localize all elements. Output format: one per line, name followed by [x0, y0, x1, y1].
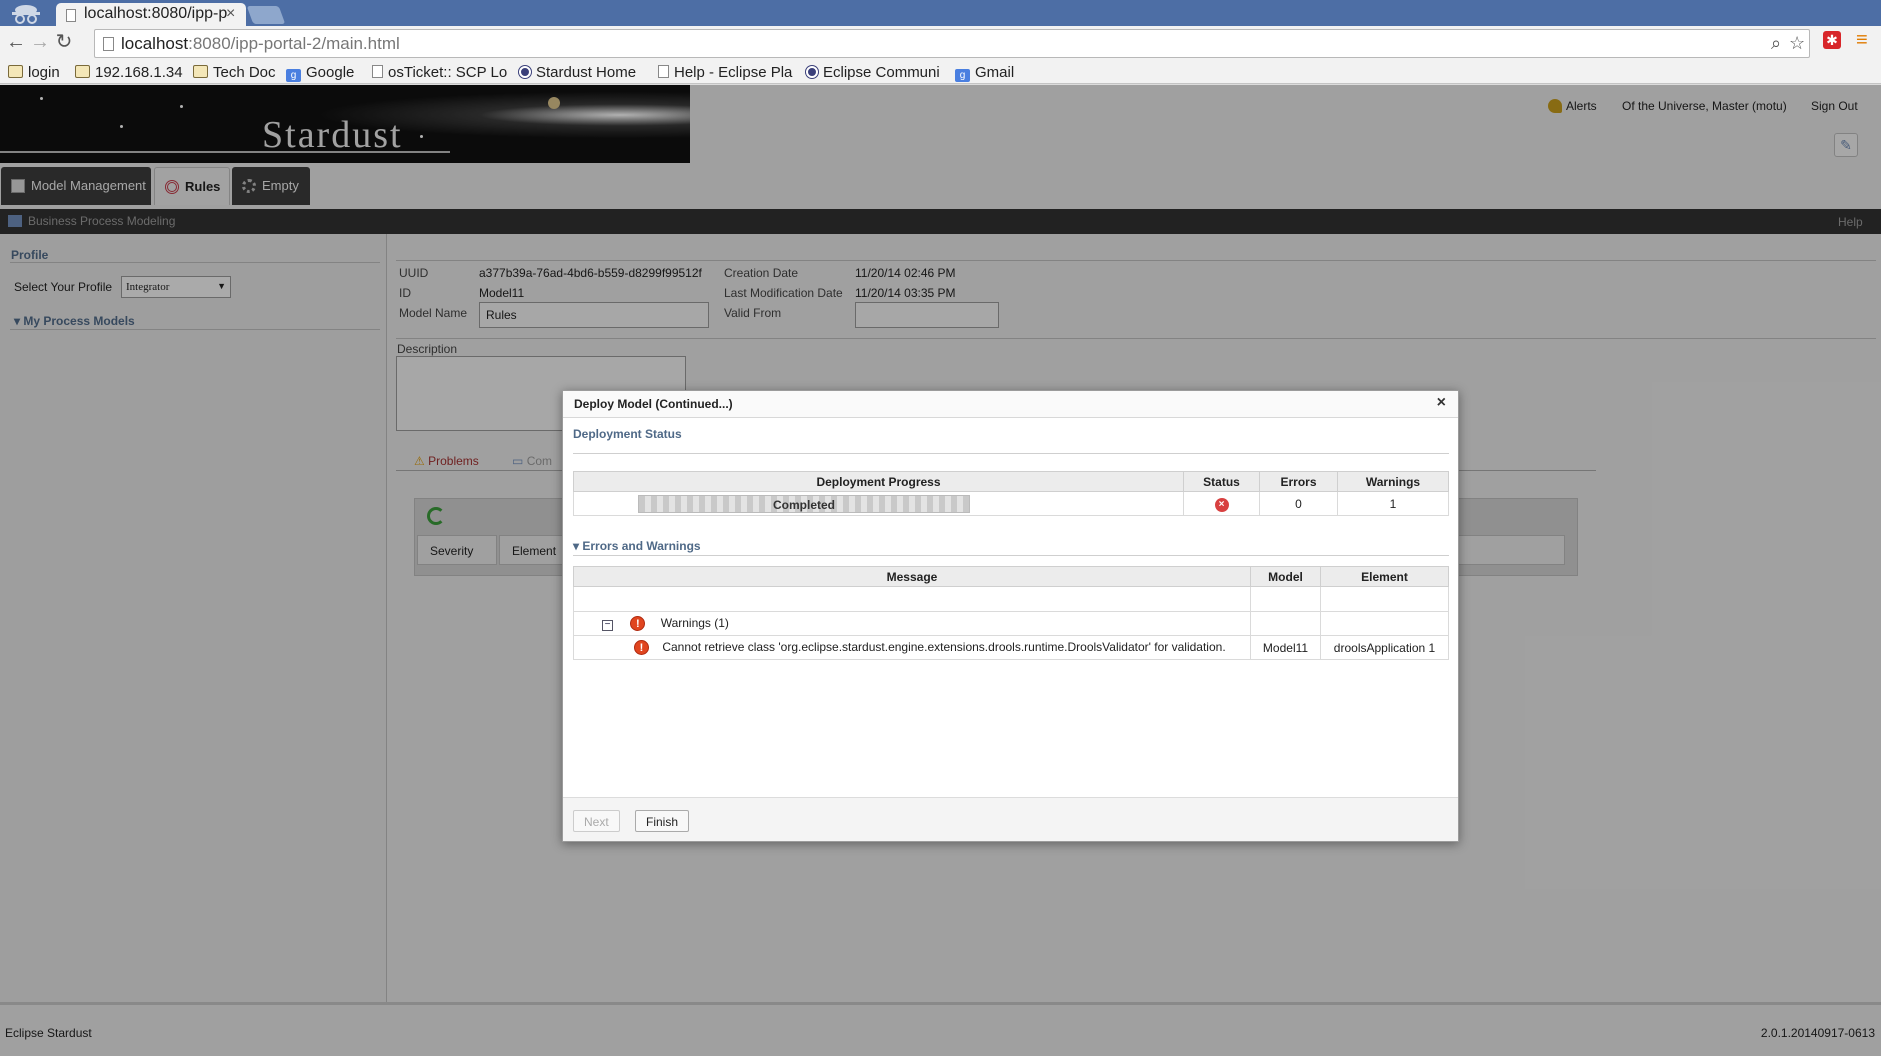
message-text: Cannot retrieve class 'org.eclipse.stard…	[662, 640, 1226, 654]
bookmark-label: Tech Doc	[213, 64, 276, 81]
column-header: Element	[1320, 566, 1449, 587]
table-row: Completed × 0 1	[573, 491, 1449, 516]
eclipse-icon	[806, 66, 818, 78]
bookmark-item[interactable]: Tech Doc	[193, 64, 276, 81]
folder-icon	[193, 65, 208, 78]
bookmark-item[interactable]: Stardust Home	[519, 64, 636, 81]
bookmark-label: osTicket:: SCP Lo	[388, 64, 508, 81]
address-bar[interactable]: localhost:8080/ipp-portal-2/main.html ⌕ …	[94, 29, 1810, 58]
column-header: Deployment Progress	[573, 471, 1184, 492]
tab-close-icon[interactable]: ×	[226, 5, 235, 23]
column-header: Status	[1183, 471, 1260, 492]
google-icon: g	[955, 69, 970, 82]
url-host: localhost	[121, 34, 189, 53]
dialog-footer: Next Finish	[563, 797, 1458, 841]
message-row[interactable]: ! Cannot retrieve class 'org.eclipse.sta…	[573, 635, 1449, 660]
divider	[573, 555, 1449, 556]
column-header: Errors	[1259, 471, 1338, 492]
column-header: Warnings	[1337, 471, 1449, 492]
progress-label: Completed	[772, 497, 835, 512]
reload-icon[interactable]: ↻	[52, 30, 76, 54]
group-cell: − ! Warnings (1)	[573, 611, 1251, 636]
table-row	[573, 586, 1449, 612]
bookmark-label: Stardust Home	[536, 64, 637, 81]
status-cell: ×	[1183, 491, 1260, 516]
browser-tab-title: localhost:8080/ipp-p	[84, 5, 228, 22]
warning-icon: !	[634, 640, 649, 655]
bookmark-label: 192.168.1.34	[95, 64, 183, 81]
bookmark-label: login	[28, 64, 60, 81]
message-element: droolsApplication 1	[1320, 635, 1449, 660]
new-tab-button[interactable]	[246, 6, 286, 24]
bookmark-item[interactable]: osTicket:: SCP Lo	[372, 64, 507, 81]
column-header: Message	[573, 566, 1251, 587]
page-icon	[658, 65, 669, 78]
dialog-header: Deploy Model (Continued...) ×	[563, 391, 1458, 418]
errors-warnings-title: Errors and Warnings	[582, 539, 701, 553]
next-button[interactable]: Next	[573, 810, 620, 832]
menu-icon[interactable]: ≡	[1856, 29, 1868, 52]
collapse-icon[interactable]: −	[602, 620, 613, 631]
bookmark-star-icon[interactable]: ☆	[1789, 33, 1805, 54]
error-status-icon: ×	[1214, 497, 1229, 512]
browser-tabstrip: localhost:8080/ipp-p ×	[0, 0, 1881, 27]
page-icon	[103, 37, 114, 51]
bookmark-label: Gmail	[975, 64, 1015, 81]
warnings-count: 1	[1337, 491, 1449, 516]
message-model: Model11	[1250, 635, 1321, 660]
bookmark-label: Google	[306, 64, 355, 81]
bookmark-item[interactable]: 192.168.1.34	[75, 64, 183, 81]
zoom-icon[interactable]: ⌕	[1771, 33, 1781, 54]
divider	[573, 453, 1449, 454]
eclipse-icon	[519, 66, 531, 78]
incognito-icon	[6, 2, 46, 24]
bookmark-item[interactable]: Help - Eclipse Pla	[658, 64, 792, 81]
browser-toolbar: ← → ↻ localhost:8080/ipp-portal-2/main.h…	[0, 26, 1881, 84]
deployment-progress-bar: Completed	[638, 494, 970, 513]
finish-button[interactable]: Finish	[635, 810, 690, 832]
progress-cell: Completed	[573, 491, 1184, 516]
bookmark-label: Help - Eclipse Pla	[674, 64, 793, 81]
folder-icon	[8, 65, 23, 78]
warning-icon: !	[630, 616, 646, 631]
extension-icon[interactable]: ✱	[1823, 31, 1841, 49]
bookmark-label: Eclipse Communi	[823, 64, 940, 81]
group-label: Warnings (1)	[660, 616, 729, 630]
deployment-status-title: Deployment Status	[573, 427, 682, 441]
close-icon[interactable]: ×	[1437, 394, 1446, 412]
page-icon	[66, 9, 76, 22]
errors-count: 0	[1259, 491, 1338, 516]
deploy-model-dialog: Deploy Model (Continued...) × Deployment…	[562, 390, 1459, 842]
url-path: :8080/ipp-portal-2/main.html	[188, 34, 400, 53]
page-icon	[372, 65, 383, 78]
errors-warnings-toggle[interactable]: ▾ Errors and Warnings	[573, 539, 701, 553]
folder-icon	[75, 65, 90, 78]
bookmark-item[interactable]: g Google	[286, 64, 354, 82]
bookmark-item[interactable]: Eclipse Communi	[806, 64, 940, 81]
warnings-group-row[interactable]: − ! Warnings (1)	[573, 611, 1449, 636]
column-header: Model	[1250, 566, 1321, 587]
url-text: localhost:8080/ipp-portal-2/main.html	[121, 34, 400, 54]
browser-tab[interactable]: localhost:8080/ipp-p ×	[56, 3, 246, 27]
google-icon: g	[286, 69, 301, 82]
back-icon[interactable]: ←	[4, 30, 28, 54]
deployment-status-table: Deployment Progress Status Errors Warnin…	[573, 471, 1449, 516]
forward-icon[interactable]: →	[28, 30, 52, 54]
bookmark-item[interactable]: login	[8, 64, 60, 81]
errors-warnings-table: Message Model Element − ! Warnings (1) !…	[573, 566, 1449, 660]
dialog-title: Deploy Model (Continued...)	[574, 397, 733, 411]
message-cell: ! Cannot retrieve class 'org.eclipse.sta…	[573, 635, 1251, 660]
bookmark-item[interactable]: g Gmail	[955, 64, 1014, 82]
